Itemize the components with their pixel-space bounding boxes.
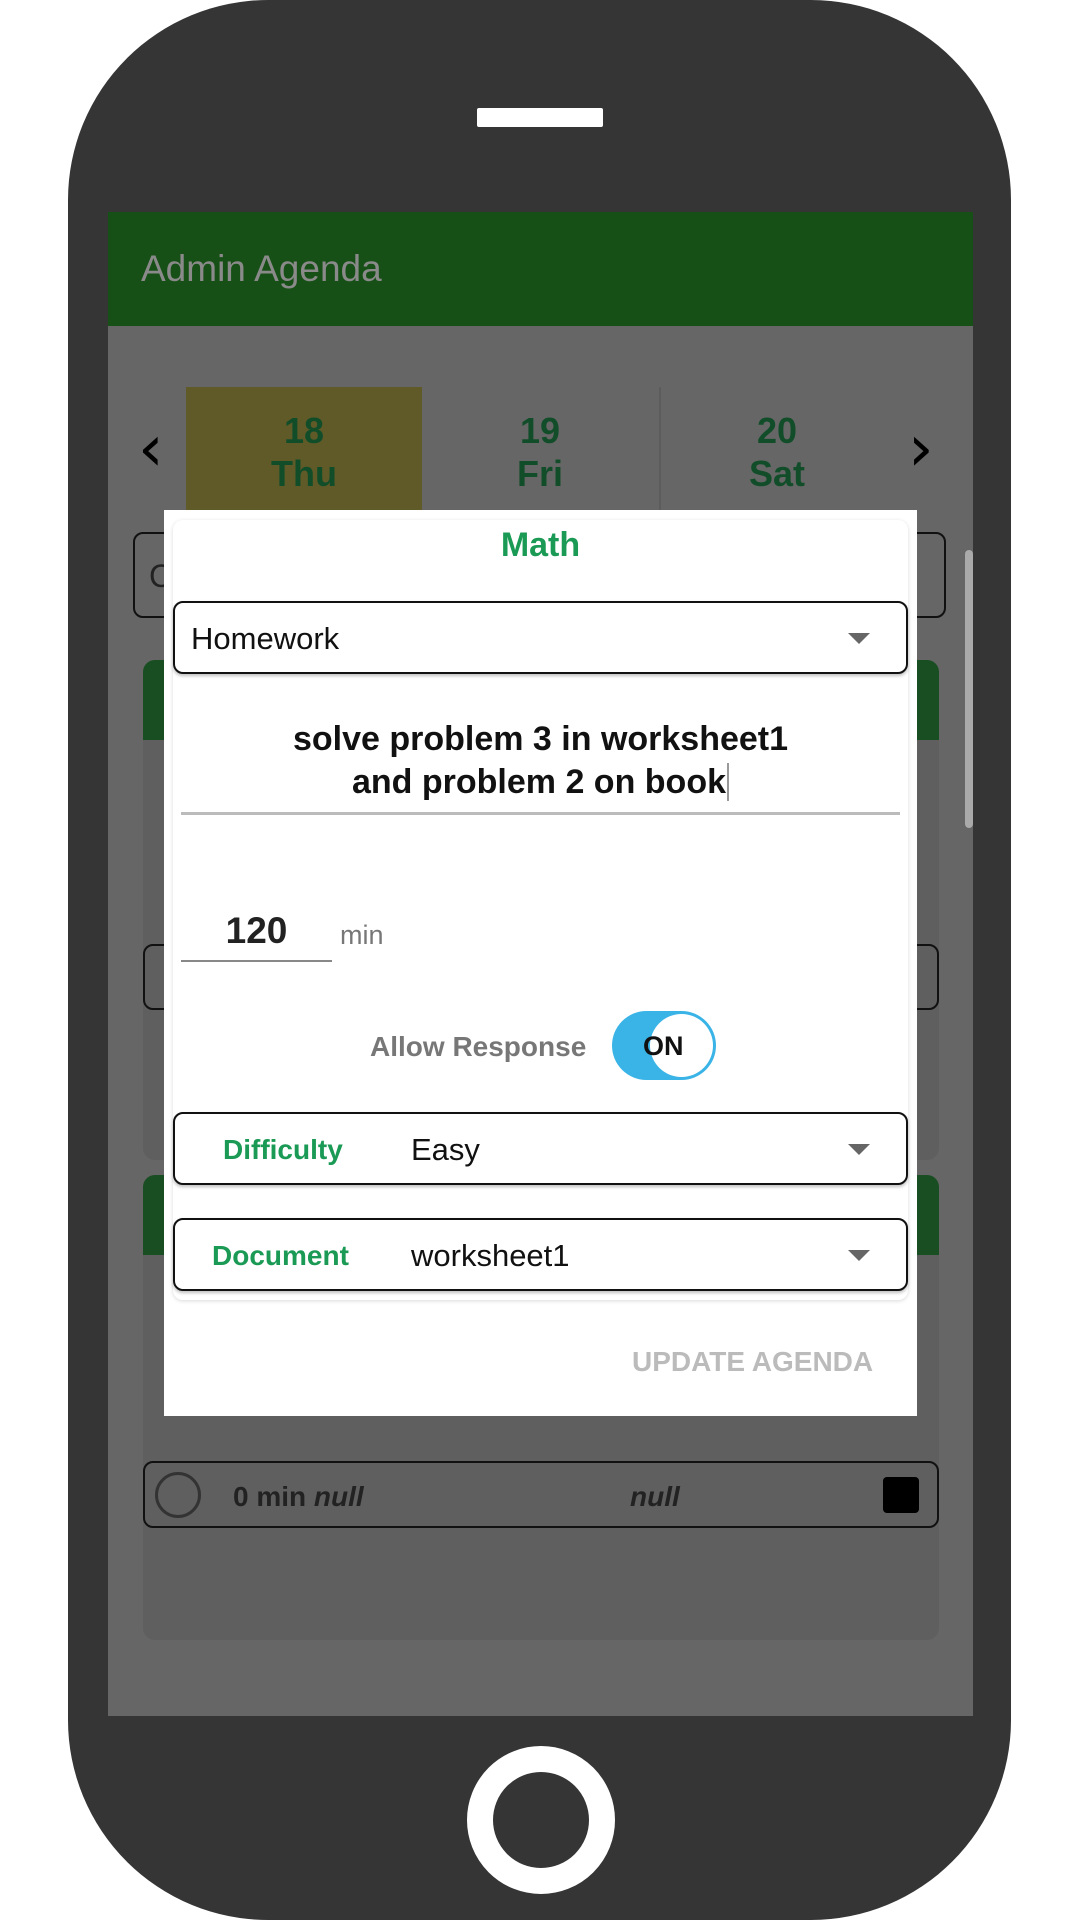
difficulty-value: Easy bbox=[411, 1132, 480, 1167]
row-title: null bbox=[630, 1481, 680, 1512]
date-tab-18[interactable]: 18 Thu bbox=[186, 387, 422, 517]
date-tab-19[interactable]: 19 Fri bbox=[422, 387, 658, 517]
description-line: solve problem 3 in worksheet1 bbox=[292, 720, 789, 758]
document-value: worksheet1 bbox=[411, 1238, 570, 1273]
background-agenda-row[interactable]: 0 min null null bbox=[143, 1461, 939, 1528]
text-cursor bbox=[727, 763, 730, 801]
clock-icon bbox=[155, 1472, 201, 1518]
chevron-right-icon[interactable]: › bbox=[908, 412, 934, 486]
date-weekday: Sat bbox=[748, 453, 806, 494]
date-weekday: Fri bbox=[516, 453, 563, 494]
difficulty-select[interactable]: Difficulty Easy bbox=[173, 1112, 908, 1185]
chevron-left-icon[interactable]: ‹ bbox=[138, 412, 164, 486]
home-button[interactable] bbox=[467, 1746, 615, 1894]
dropdown-arrow-icon bbox=[848, 1250, 870, 1261]
edit-agenda-dialog: Math Homework solve problem 3 in workshe… bbox=[164, 510, 917, 1416]
allow-response-toggle[interactable]: ON bbox=[612, 1011, 716, 1080]
duration-input[interactable]: 120 bbox=[181, 910, 332, 962]
dropdown-arrow-icon bbox=[848, 1144, 870, 1155]
category-value: Homework bbox=[191, 621, 340, 656]
dropdown-arrow-icon bbox=[848, 633, 870, 644]
document-select[interactable]: Document worksheet1 bbox=[173, 1218, 908, 1291]
date-day: 20 bbox=[756, 410, 798, 451]
allow-response-label: Allow Response bbox=[370, 1031, 587, 1062]
row-duration: 0 min bbox=[233, 1481, 307, 1512]
document-icon[interactable] bbox=[883, 1477, 919, 1513]
app-bar: Admin Agenda bbox=[108, 212, 973, 326]
description-input[interactable]: solve problem 3 in worksheet1 and proble… bbox=[181, 718, 900, 815]
row-type: null bbox=[313, 1481, 364, 1512]
speaker-slot bbox=[477, 108, 603, 127]
difficulty-label: Difficulty bbox=[223, 1134, 343, 1165]
date-tab-20[interactable]: 20 Sat bbox=[659, 387, 895, 517]
document-label: Document bbox=[212, 1240, 349, 1271]
toggle-state: ON bbox=[643, 1031, 684, 1061]
date-weekday: Thu bbox=[271, 453, 337, 494]
app-title: Admin Agenda bbox=[141, 248, 382, 289]
screen: Admin Agenda ‹ › 18 Thu 19 Fri 20 Sat C 0 m… bbox=[108, 212, 973, 1716]
date-day: 18 bbox=[283, 410, 325, 451]
update-agenda-button[interactable]: UPDATE AGENDA bbox=[632, 1346, 873, 1378]
category-select[interactable]: Homework bbox=[173, 601, 908, 674]
subject-title: Math bbox=[500, 526, 581, 564]
duration-unit: min bbox=[340, 920, 384, 950]
scrollbar[interactable] bbox=[965, 550, 973, 828]
date-day: 19 bbox=[519, 410, 561, 451]
description-line: and problem 2 on book bbox=[351, 763, 727, 801]
